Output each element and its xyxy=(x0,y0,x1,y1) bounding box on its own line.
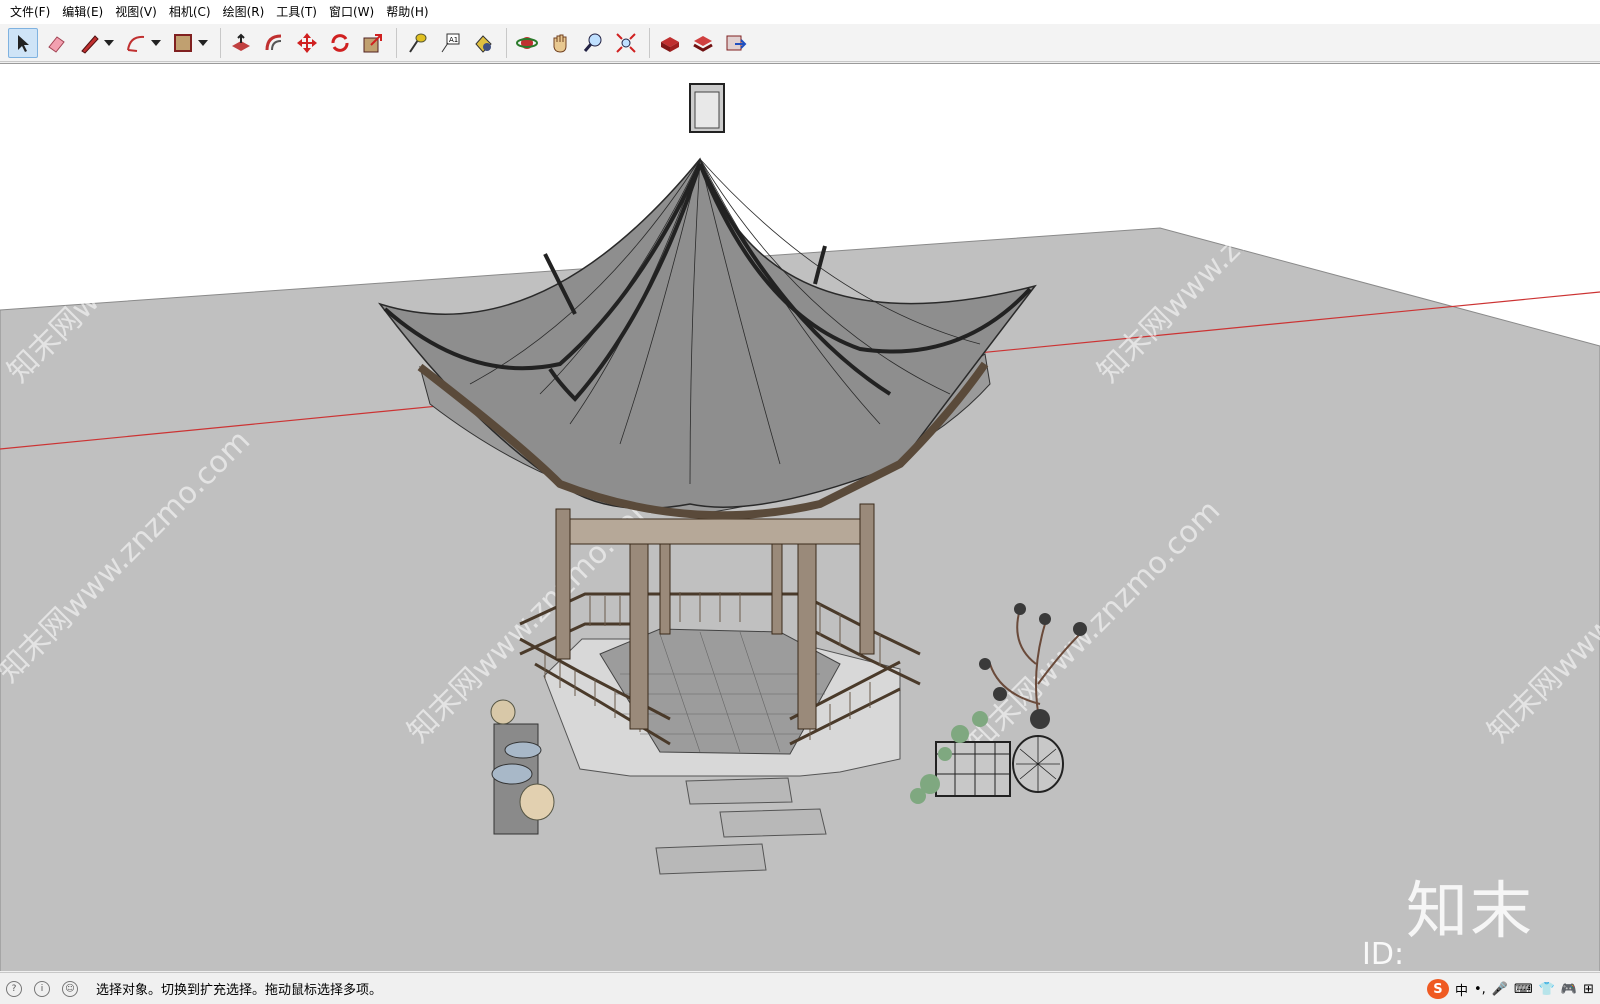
eraser-icon xyxy=(48,35,65,53)
finial-inner xyxy=(694,91,720,129)
move-tool-button[interactable] xyxy=(292,28,322,58)
rotate-icon xyxy=(331,33,349,52)
text-tool-button[interactable]: A1 xyxy=(435,28,465,58)
text-label-icon: A1 xyxy=(441,33,460,52)
menu-tools[interactable]: 工具(T) xyxy=(270,0,323,24)
offset-tool-button[interactable] xyxy=(259,28,289,58)
chevron-down-icon xyxy=(104,39,114,46)
menu-help[interactable]: 帮助(H) xyxy=(380,0,434,24)
tape-measure-icon xyxy=(409,33,427,53)
offset-icon xyxy=(265,34,282,50)
rectangle-icon xyxy=(174,33,192,52)
keyboard-icon[interactable]: ⌨ xyxy=(1514,982,1533,997)
pencil-icon xyxy=(81,34,99,54)
chevron-down-icon xyxy=(151,39,161,46)
svg-text:A1: A1 xyxy=(449,36,458,44)
toolbar-separator xyxy=(220,27,221,58)
eave-lattice xyxy=(569,518,861,545)
line-dropdown[interactable] xyxy=(103,28,115,58)
game-icon[interactable]: 🎮 xyxy=(1561,982,1577,997)
components-icon xyxy=(661,36,679,52)
menu-camera[interactable]: 相机(C) xyxy=(163,0,217,24)
main-toolbar: A1 xyxy=(0,24,1600,62)
menu-edit[interactable]: 编辑(E) xyxy=(56,0,109,24)
watermark-id: ID: 1171362657 xyxy=(1362,937,1405,971)
arrow-cursor-icon xyxy=(18,34,29,52)
grid-menu-icon[interactable]: ⊞ xyxy=(1583,982,1594,997)
ime-logo-icon[interactable]: S xyxy=(1426,979,1449,999)
line-tool-button[interactable] xyxy=(74,28,104,58)
push-pull-icon xyxy=(232,33,250,51)
hand-icon xyxy=(553,34,567,53)
user-icon[interactable]: ☺ xyxy=(62,980,78,997)
microphone-icon[interactable]: 🎤 xyxy=(1492,982,1508,997)
export-button[interactable] xyxy=(721,28,751,58)
zoom-tool-button[interactable] xyxy=(578,28,608,58)
menu-draw[interactable]: 绘图(R) xyxy=(217,0,271,24)
arc-tool-button[interactable] xyxy=(121,28,151,58)
select-tool-button[interactable] xyxy=(8,27,38,58)
toolbar-separator xyxy=(649,27,650,58)
system-tray: S 中 •, 🎤 ⌨ 👕 🎮 ⊞ xyxy=(1426,979,1594,999)
zoom-extents-tool-button[interactable] xyxy=(611,28,641,58)
scene-canvas: 知末网www.znzmo.com 知末网www.znzmo.com 知末网www… xyxy=(0,83,1600,971)
punctuation-icon[interactable]: •, xyxy=(1474,982,1486,997)
status-bar: ? i ☺ 选择对象。切换到扩充选择。拖动鼠标选择多项。 S 中 •, 🎤 ⌨ … xyxy=(0,972,1600,1004)
paint-bucket-tool-button[interactable] xyxy=(468,28,498,58)
skin-icon[interactable]: 👕 xyxy=(1539,982,1555,997)
pan-tool-button[interactable] xyxy=(545,28,575,58)
export-icon xyxy=(726,35,747,50)
orbit-icon xyxy=(516,36,538,49)
ime-lang-indicator[interactable]: 中 xyxy=(1455,980,1468,999)
3d-viewport[interactable]: 知末网www.znzmo.com 知末网www.znzmo.com 知末网www… xyxy=(0,63,1600,971)
rotate-tool-button[interactable] xyxy=(325,28,355,58)
credits-icon[interactable]: i xyxy=(34,980,50,997)
push-pull-tool-button[interactable] xyxy=(226,28,256,58)
move-icon xyxy=(297,32,317,53)
eraser-tool-button[interactable] xyxy=(41,28,71,58)
zoom-extents-icon xyxy=(616,32,636,53)
paint-bucket-icon xyxy=(475,34,492,53)
tape-measure-tool-button[interactable] xyxy=(402,28,432,58)
toolbar-separator xyxy=(396,27,397,58)
styles-button[interactable] xyxy=(688,28,718,58)
components-button[interactable] xyxy=(655,28,685,58)
geolocation-icon[interactable]: ? xyxy=(6,980,22,997)
styles-icon xyxy=(693,35,713,52)
toolbar-separator xyxy=(506,27,507,58)
magnifier-icon xyxy=(583,33,602,52)
orbit-tool-button[interactable] xyxy=(512,28,542,58)
menu-file[interactable]: 文件(F) xyxy=(4,0,56,24)
status-message: 选择对象。切换到扩充选择。拖动鼠标选择多项。 xyxy=(96,983,383,998)
arc-icon xyxy=(127,35,145,52)
arc-dropdown[interactable] xyxy=(150,28,162,58)
menu-view[interactable]: 视图(V) xyxy=(109,0,163,24)
rectangle-dropdown[interactable] xyxy=(197,28,209,58)
menu-window[interactable]: 窗口(W) xyxy=(323,0,380,24)
scale-tool-button[interactable] xyxy=(358,28,388,58)
chevron-down-icon xyxy=(198,39,208,46)
rectangle-tool-button[interactable] xyxy=(168,28,198,58)
scale-icon xyxy=(363,33,382,52)
menu-bar: 文件(F) 编辑(E) 视图(V) 相机(C) 绘图(R) 工具(T) 窗口(W… xyxy=(0,0,1600,24)
